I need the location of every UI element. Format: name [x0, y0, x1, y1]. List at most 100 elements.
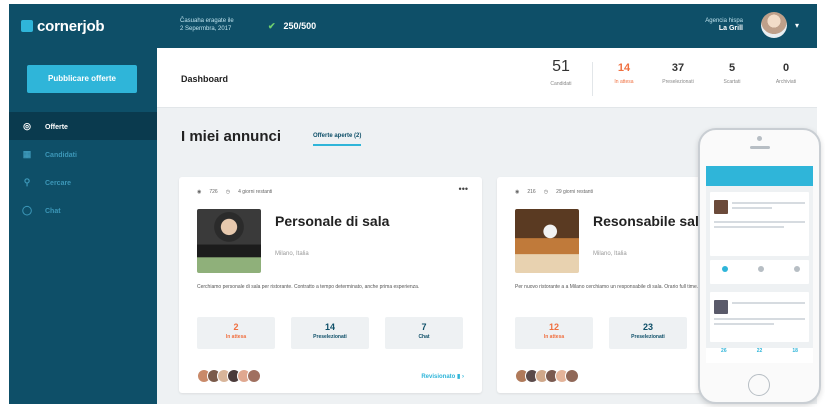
metric-preselezionati[interactable]: 14 Preselezionati: [291, 317, 369, 349]
metric-label: In attesa: [543, 334, 565, 340]
period-line-1: Ĉasuaha eragate ile: [180, 18, 234, 24]
phone-job-card: [710, 292, 809, 342]
phone-job-card: [710, 192, 809, 256]
stat-value: 0: [782, 62, 790, 74]
clock-icon: ◷: [225, 189, 231, 195]
chat-icon: ◯: [21, 205, 33, 215]
phone-screen: 26 22 18: [706, 166, 813, 363]
metric-in-attesa[interactable]: 2 In attesa: [197, 317, 275, 349]
section-title: I miei annunci: [181, 128, 282, 145]
phone-metrics-row: [710, 260, 809, 284]
phone-job-photo: [714, 300, 728, 314]
metric-label: Preselezionati: [631, 334, 665, 340]
metric-label: Preselezionati: [313, 334, 347, 340]
target-icon: ◎: [23, 121, 31, 131]
user-company: Agencia hispa: [705, 18, 743, 24]
metric-value: 12: [548, 322, 559, 332]
period-info: Ĉasuaha eragate ile 2 Sepermbra, 2017: [180, 17, 234, 33]
sidebar-item-offerte[interactable]: ◎ Offerte: [9, 112, 157, 140]
phone-text-line: [714, 221, 805, 223]
job-photo: [197, 209, 261, 273]
phone-metric-dot: [758, 266, 764, 272]
metric-label: Chat: [418, 334, 430, 340]
metric-chat[interactable]: 7 Chat: [385, 317, 463, 349]
job-card[interactable]: ◉ 726 ◷ 4 giorni restanti ••• Personale di …: [179, 177, 482, 393]
sidebar-item-label: Offerte: [45, 124, 68, 131]
stat-archiviati[interactable]: 0 Archiviati: [759, 62, 813, 96]
metric-in-attesa[interactable]: 12 In attesa: [515, 317, 593, 349]
dashboard-header: Dashboard 51 Candidati 14 In attesa 37 Pres…: [157, 48, 817, 108]
job-title[interactable]: Personale di sala: [275, 213, 389, 229]
job-location: Milano, Italia: [593, 251, 627, 257]
divider: [592, 62, 593, 96]
candidate-avatars[interactable]: [197, 369, 261, 383]
stat-candidati[interactable]: 51 Candidati: [534, 58, 588, 96]
phone-text-line: [714, 323, 774, 325]
user-info[interactable]: Agencia hispa La Grill: [705, 17, 743, 33]
tab-open-offers[interactable]: Offerte aperte (2): [313, 133, 362, 146]
review-label: Revisionato: [421, 374, 456, 380]
calendar-icon: ▦: [22, 149, 32, 159]
stat-in-attesa[interactable]: 14 In attesa: [597, 62, 651, 96]
stat-value: 51: [552, 58, 570, 75]
phone-tab-count: 22: [756, 348, 763, 354]
job-title[interactable]: Resonsabile sala: [593, 213, 707, 229]
stat-scartati[interactable]: 5 Scartati: [705, 62, 759, 96]
avatar: [565, 369, 579, 383]
more-options-icon[interactable]: •••: [459, 184, 468, 194]
stat-label: Archiviati: [775, 79, 797, 85]
sidebar-item-chat[interactable]: ◯ Chat: [9, 196, 157, 224]
metric-value: 23: [642, 322, 653, 332]
stats-bar: 51 Candidati 14 In attesa 37 Preselezionati…: [534, 58, 813, 96]
candidate-avatars[interactable]: [515, 369, 579, 383]
review-link[interactable]: Revisionato ▮ ›: [421, 373, 464, 380]
stat-label: Candidati: [550, 81, 572, 87]
phone-tab-count: 18: [792, 348, 798, 354]
stat-value: 37: [671, 62, 685, 74]
period-line-2: 2 Sepermbra, 2017: [180, 26, 232, 32]
phone-tab-count: 26: [721, 348, 727, 354]
publish-offer-button[interactable]: Pubblicare offerte: [27, 65, 137, 93]
job-photo: [515, 209, 579, 273]
phone-tab-bar: 26 22 18: [706, 348, 813, 363]
user-name: La Grill: [718, 25, 743, 32]
phone-metric-dot: [722, 266, 728, 272]
phone-text-line: [732, 302, 805, 304]
sidebar: Pubblicare offerte ◎ Offerte ▦ Candidati ⚲…: [9, 48, 157, 404]
sidebar-nav: ◎ Offerte ▦ Candidati ⚲ Cercare ◯ Chat: [9, 112, 157, 224]
sidebar-item-cercare[interactable]: ⚲ Cercare: [9, 168, 157, 196]
metric-label: In attesa: [225, 334, 247, 340]
chevron-down-icon[interactable]: ▾: [795, 21, 799, 30]
phone-text-line: [732, 207, 772, 209]
sidebar-item-label: Chat: [45, 208, 61, 215]
metric-value: 7: [421, 322, 427, 332]
stat-label: Preselezionati: [662, 79, 694, 85]
avatar: [247, 369, 261, 383]
stat-preselezionati[interactable]: 37 Preselezionati: [651, 62, 705, 96]
phone-text-line: [714, 226, 784, 228]
top-bar: cornerjob Ĉasuaha eragate ile 2 Sepermbr…: [9, 4, 817, 48]
brand-logo[interactable]: cornerjob: [21, 18, 105, 35]
sidebar-item-candidati[interactable]: ▦ Candidati: [9, 140, 157, 168]
chevron-right-icon: ›: [462, 374, 464, 380]
days-remaining: 29 giorni restanti: [556, 189, 594, 195]
metric-preselezionati[interactable]: 23 Preselezionati: [609, 317, 687, 349]
stat-value: 5: [728, 62, 736, 74]
phone-metric-dot: [794, 266, 800, 272]
days-remaining: 4 giorni restanti: [238, 189, 273, 195]
stat-label: In attesa: [614, 79, 634, 85]
metric-value: 2: [233, 322, 239, 332]
credits-value: 250/500: [283, 21, 317, 31]
app-window: cornerjob Ĉasuaha eragate ile 2 Sepermbr…: [9, 4, 817, 404]
clock-icon: ◷: [543, 189, 549, 195]
search-icon: ⚲: [23, 177, 31, 187]
views-count: 216: [527, 189, 536, 195]
card-metrics: 12 In attesa 23 Preselezionati: [515, 317, 687, 349]
sidebar-item-label: Candidati: [45, 152, 77, 159]
metric-value: 14: [324, 322, 335, 332]
user-avatar[interactable]: [761, 12, 787, 38]
mobile-phone-mockup: 26 22 18: [698, 128, 821, 404]
card-meta: ◉ 726 ◷ 4 giorni restanti: [197, 189, 280, 195]
card-meta: ◉ 216 ◷ 29 giorni restanti: [515, 189, 601, 195]
flag-icon: ▮: [457, 374, 461, 380]
